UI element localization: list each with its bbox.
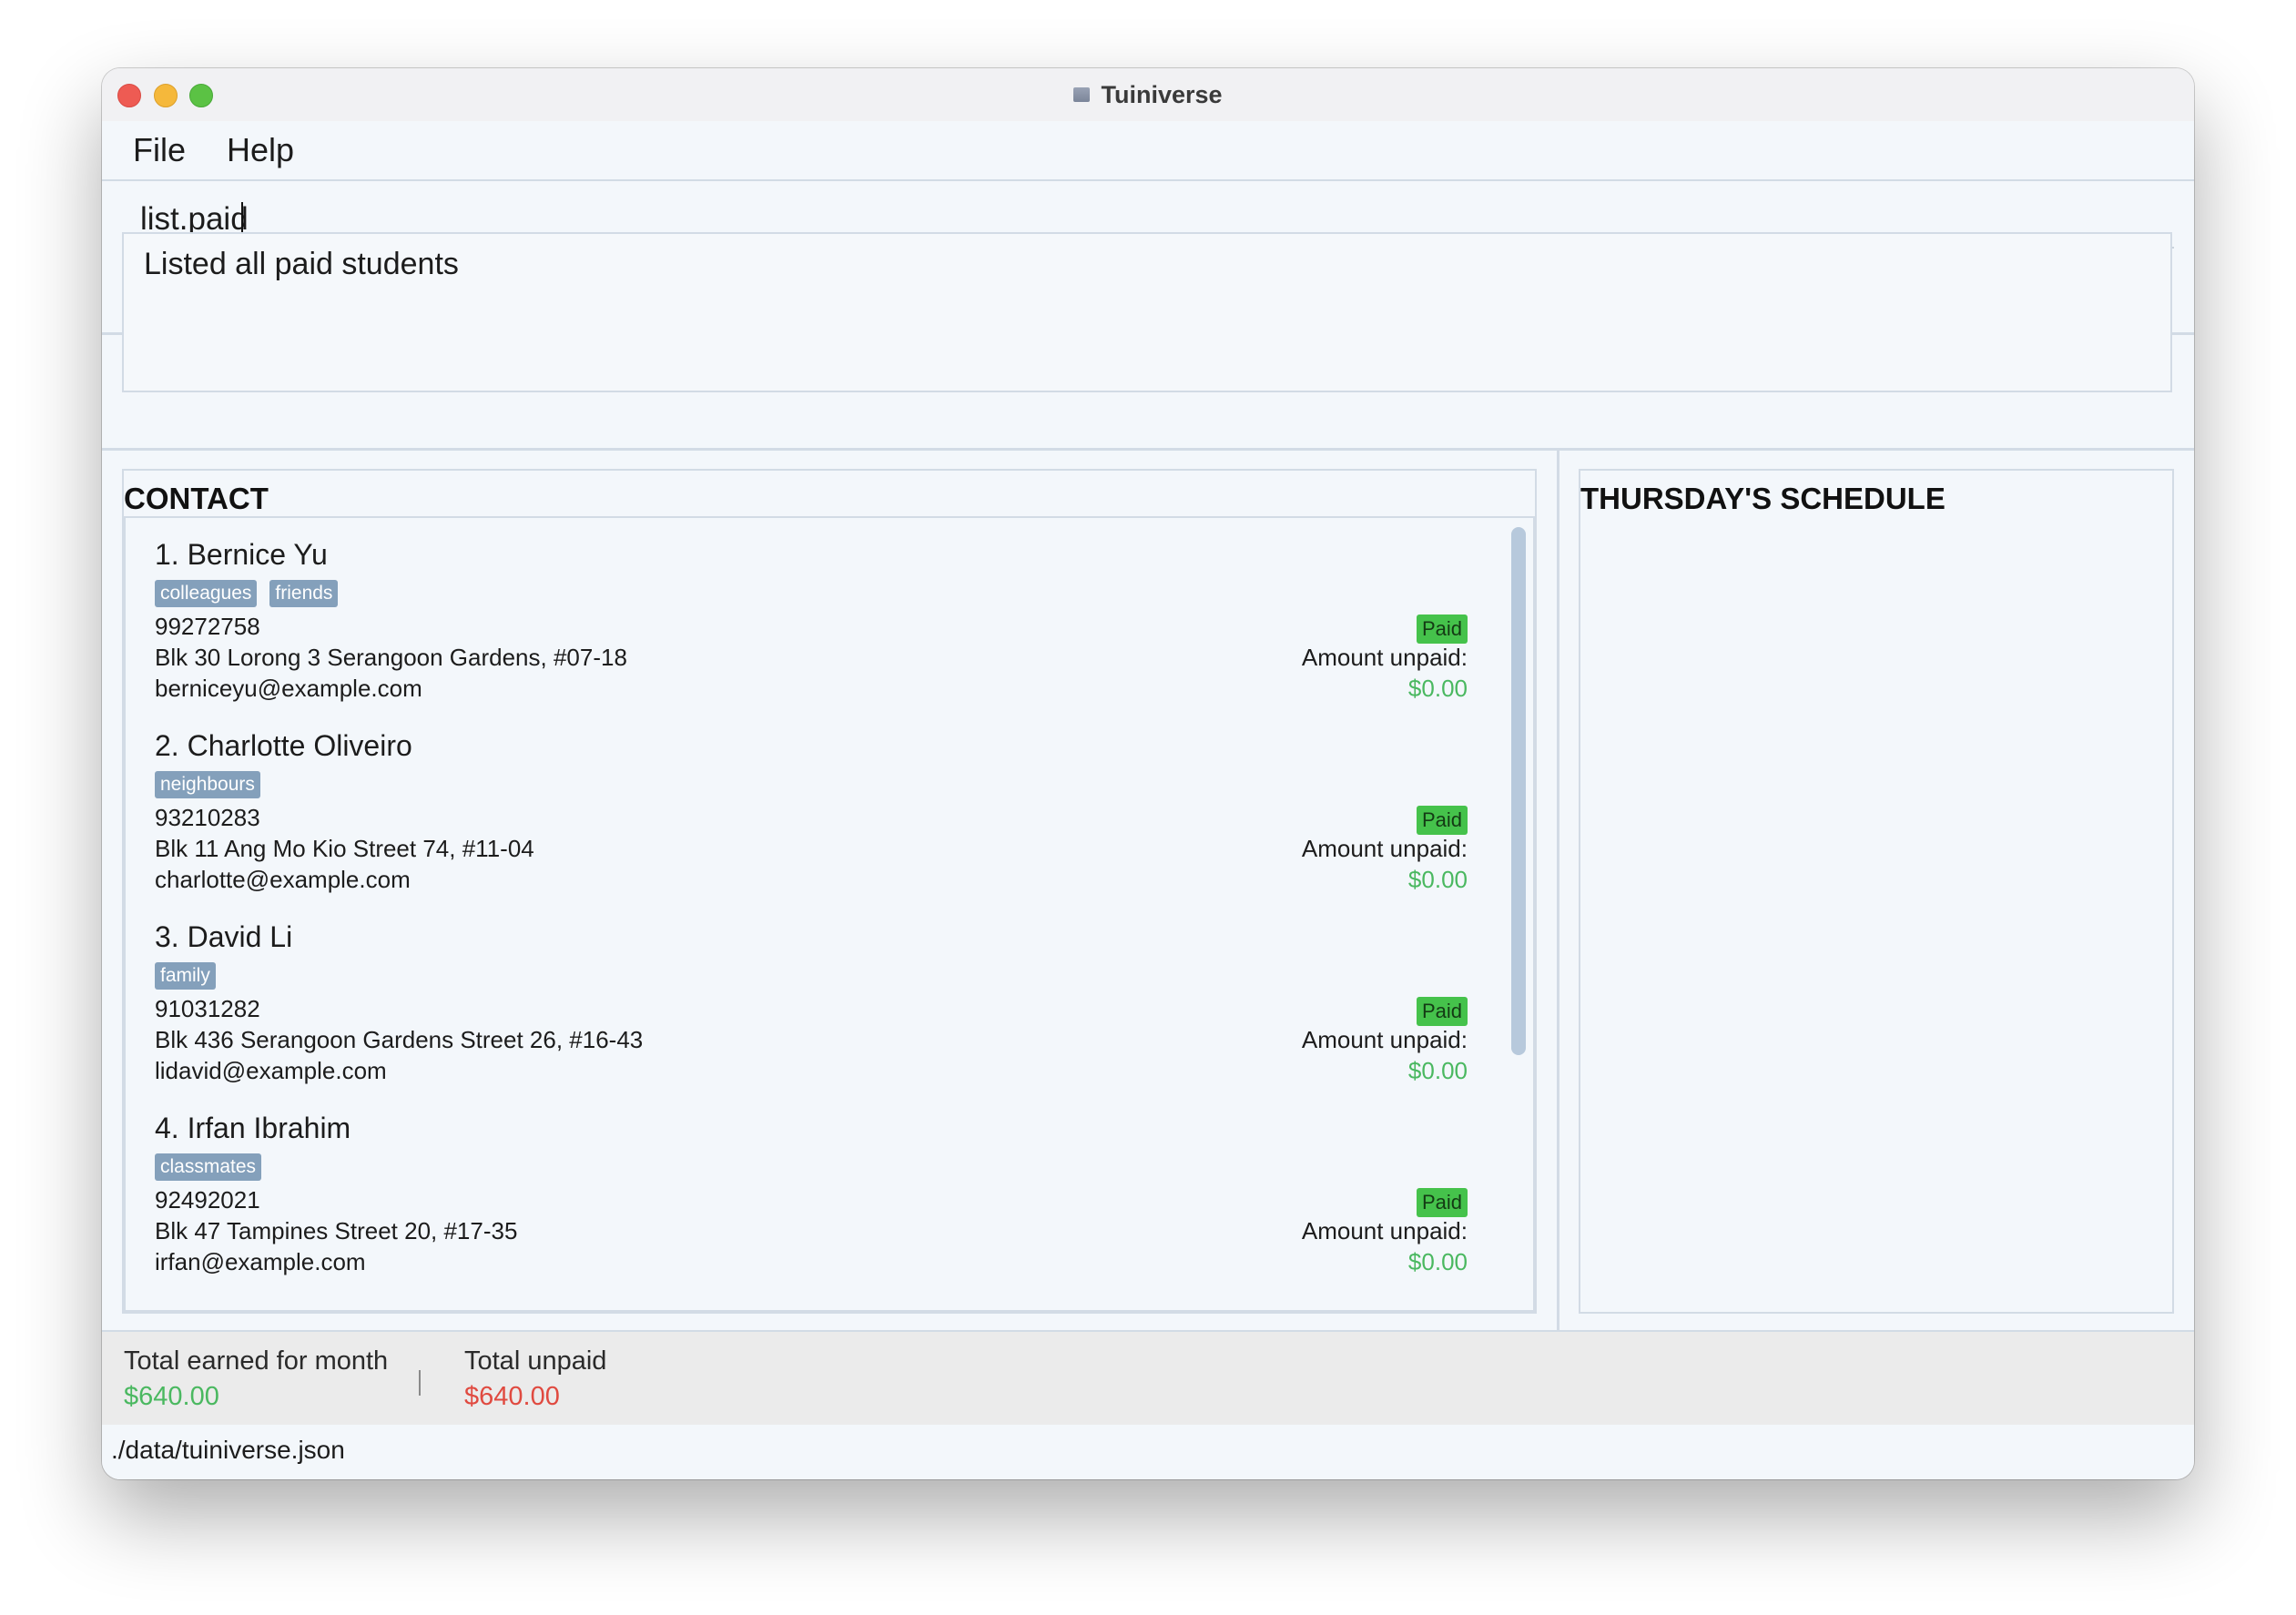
tag: classmates <box>155 1153 262 1181</box>
total-unpaid-value: $640.00 <box>464 1382 560 1411</box>
tag-list: classmates <box>155 1153 262 1181</box>
vertical-divider <box>1557 451 1559 1402</box>
student-phone: 99272758 <box>155 613 260 640</box>
result-message: Listed all paid students <box>144 247 459 281</box>
result-display: Listed all paid students <box>122 232 2172 392</box>
student-card[interactable]: 2. Charlotte Oliveiro neighbours 9321028… <box>155 729 1502 893</box>
schedule-panel: THURSDAY'S SCHEDULE <box>1579 469 2174 1314</box>
data-file-path: ./data/tuiniverse.json <box>111 1436 345 1464</box>
contact-panel: CONTACT 1. Bernice Yu colleagues friends… <box>122 469 1537 1314</box>
total-earned-block: Total earned for month $640.00 <box>124 1346 388 1412</box>
student-list[interactable]: 1. Bernice Yu colleagues friends 9927275… <box>124 516 1535 1312</box>
paid-badge: Paid <box>1416 1188 1468 1217</box>
app-icon <box>1073 87 1091 102</box>
student-address: Blk 47 Tampines Street 20, #17-35 <box>155 1217 518 1244</box>
student-phone: 91031282 <box>155 995 260 1022</box>
summary-separator <box>419 1370 421 1396</box>
student-name: 2. Charlotte Oliveiro <box>155 729 412 762</box>
student-address: Blk 11 Ang Mo Kio Street 74, #11-04 <box>155 835 534 862</box>
total-unpaid-label: Total unpaid <box>464 1346 607 1376</box>
tag-list: colleagues friends <box>155 580 339 607</box>
student-name: 4. Irfan Ibrahim <box>155 1112 351 1144</box>
student-email: lidavid@example.com <box>155 1057 387 1084</box>
menu-help[interactable]: Help <box>227 131 294 169</box>
student-card[interactable]: 4. Irfan Ibrahim classmates 92492021 Blk… <box>155 1112 1502 1275</box>
menu-bar: File Help <box>102 121 2194 181</box>
amount-unpaid-value: $0.00 <box>1407 866 1468 893</box>
contact-panel-title: CONTACT <box>124 482 269 515</box>
menu-file[interactable]: File <box>133 131 186 169</box>
tag: friends <box>269 580 339 607</box>
amount-unpaid-label: Amount unpaid: <box>1301 835 1468 862</box>
total-earned-value: $640.00 <box>124 1382 219 1411</box>
tag-list: family <box>155 962 216 990</box>
student-address: Blk 30 Lorong 3 Serangoon Gardens, #07-1… <box>155 644 627 671</box>
tag: neighbours <box>155 771 260 798</box>
app-window: Tuiniverse File Help Listed all paid stu… <box>102 68 2194 1479</box>
total-earned-label: Total earned for month <box>124 1346 389 1376</box>
window-title: Tuiniverse <box>1101 80 1223 108</box>
title-wrap: Tuiniverse <box>102 68 2194 121</box>
student-card[interactable]: 3. David Li family 91031282 Blk 436 Sera… <box>155 920 1502 1084</box>
paid-badge: Paid <box>1416 615 1468 644</box>
student-card[interactable]: 1. Bernice Yu colleagues friends 9927275… <box>155 538 1502 702</box>
amount-unpaid-value: $0.00 <box>1407 1057 1468 1084</box>
tag-list: neighbours <box>155 771 260 798</box>
student-address: Blk 436 Serangoon Gardens Street 26, #16… <box>155 1026 644 1053</box>
summary-bar: Total earned for month $640.00 Total unp… <box>102 1330 2194 1427</box>
title-bar: Tuiniverse <box>102 68 2194 122</box>
student-phone: 93210283 <box>155 804 260 831</box>
amount-unpaid-label: Amount unpaid: <box>1301 644 1468 671</box>
student-name: 1. Bernice Yu <box>155 538 328 571</box>
paid-badge: Paid <box>1416 997 1468 1026</box>
tag: colleagues <box>155 580 258 607</box>
schedule-panel-title: THURSDAY'S SCHEDULE <box>1580 482 1946 515</box>
paid-badge: Paid <box>1416 806 1468 835</box>
student-email: charlotte@example.com <box>155 866 411 893</box>
student-email: berniceyu@example.com <box>155 675 422 702</box>
amount-unpaid-value: $0.00 <box>1407 1248 1468 1275</box>
total-unpaid-block: Total unpaid $640.00 <box>464 1346 606 1412</box>
student-phone: 92492021 <box>155 1186 260 1214</box>
tag: family <box>155 962 216 990</box>
amount-unpaid-value: $0.00 <box>1407 675 1468 702</box>
list-scrollbar[interactable] <box>1511 527 1526 1055</box>
amount-unpaid-label: Amount unpaid: <box>1301 1026 1468 1053</box>
student-email: irfan@example.com <box>155 1248 366 1275</box>
amount-unpaid-label: Amount unpaid: <box>1301 1217 1468 1244</box>
student-name: 3. David Li <box>155 920 293 953</box>
horizontal-divider <box>102 448 2194 451</box>
status-bar: ./data/tuiniverse.json <box>102 1425 2194 1479</box>
